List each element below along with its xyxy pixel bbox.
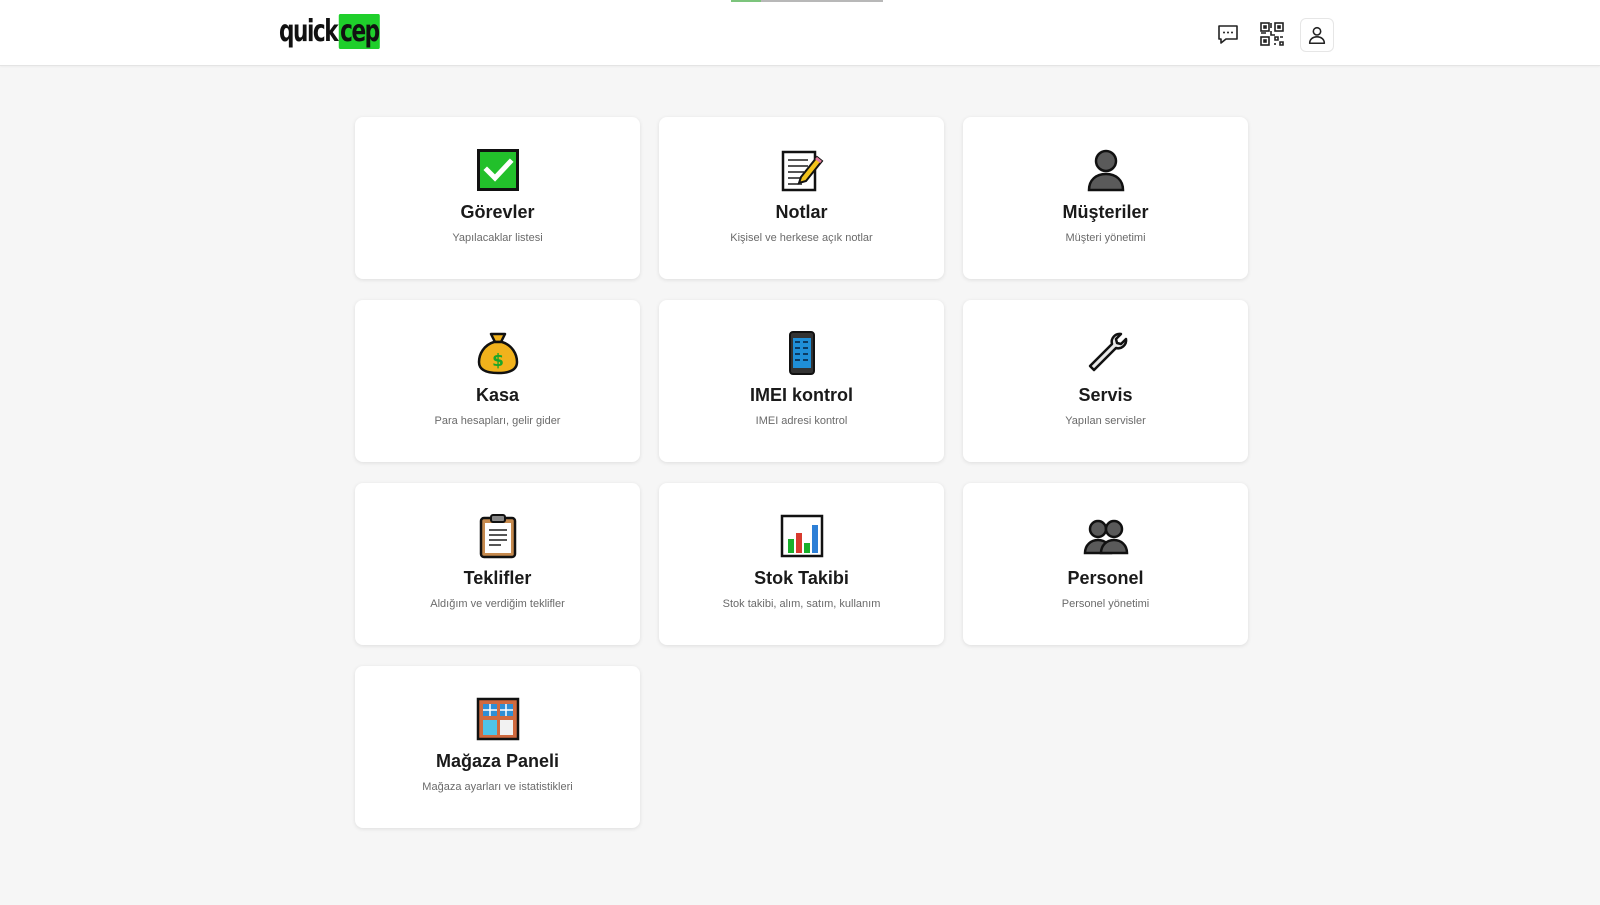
qr-code-icon bbox=[1260, 22, 1284, 46]
module-grid: Görevler Yapılacaklar listesi Notlar Kiş… bbox=[355, 117, 1248, 828]
card-subtitle: Müşteri yönetimi bbox=[1065, 232, 1146, 244]
module-card-imei-kontrol[interactable]: IMEI kontrol IMEI adresi kontrol bbox=[659, 300, 944, 462]
card-subtitle: Yapılacaklar listesi bbox=[452, 232, 543, 244]
department-store-icon bbox=[475, 696, 521, 742]
card-title: Personel bbox=[1067, 568, 1144, 588]
module-card-personel[interactable]: Personel Personel yönetimi bbox=[963, 483, 1248, 645]
card-subtitle: Aldığım ve verdiğim teklifler bbox=[430, 598, 565, 610]
person-icon bbox=[1083, 147, 1129, 193]
checkbox-icon bbox=[475, 147, 521, 193]
header-actions bbox=[1212, 18, 1334, 52]
module-card-musteriler[interactable]: Müşteriler Müşteri yönetimi bbox=[963, 117, 1248, 279]
bar-chart-icon bbox=[779, 513, 825, 559]
card-title: Görevler bbox=[460, 202, 535, 222]
chat-icon bbox=[1218, 25, 1238, 44]
module-card-magaza-paneli[interactable]: Mağaza Paneli Mağaza ayarları ve istatis… bbox=[355, 666, 640, 828]
card-subtitle: Kişisel ve herkese açık notlar bbox=[730, 232, 873, 244]
quickcep-logo[interactable]: quick cep bbox=[279, 13, 381, 49]
memo-icon bbox=[779, 147, 825, 193]
module-card-kasa[interactable]: $ Kasa Para hesapları, gelir gider bbox=[355, 300, 640, 462]
card-subtitle: IMEI adresi kontrol bbox=[755, 415, 848, 427]
messages-button[interactable] bbox=[1212, 18, 1244, 50]
progress-fill bbox=[731, 0, 761, 2]
logo-word-cep: cep bbox=[338, 13, 381, 49]
card-title: Servis bbox=[1078, 385, 1133, 405]
card-subtitle: Para hesapları, gelir gider bbox=[434, 415, 561, 427]
people-icon bbox=[1083, 513, 1129, 559]
card-title: Stok Takibi bbox=[754, 568, 849, 588]
card-subtitle: Stok takibi, alım, satım, kullanım bbox=[722, 598, 881, 610]
profile-button[interactable] bbox=[1300, 18, 1334, 52]
top-navbar: quick cep bbox=[0, 0, 1600, 66]
card-title: Mağaza Paneli bbox=[435, 751, 560, 771]
module-card-gorevler[interactable]: Görevler Yapılacaklar listesi bbox=[355, 117, 640, 279]
wrench-icon bbox=[1083, 330, 1129, 376]
money-bag-icon: $ bbox=[475, 330, 521, 376]
module-card-servis[interactable]: Servis Yapılan servisler bbox=[963, 300, 1248, 462]
card-title: Kasa bbox=[475, 385, 520, 405]
card-subtitle: Personel yönetimi bbox=[1061, 598, 1150, 610]
card-subtitle: Yapılan servisler bbox=[1065, 415, 1146, 427]
loading-progress-bar bbox=[731, 0, 883, 2]
card-title: Teklifler bbox=[463, 568, 532, 588]
module-card-notlar[interactable]: Notlar Kişisel ve herkese açık notlar bbox=[659, 117, 944, 279]
card-title: Notlar bbox=[775, 202, 828, 222]
card-title: IMEI kontrol bbox=[750, 385, 853, 405]
clipboard-icon bbox=[475, 513, 521, 559]
card-subtitle: Mağaza ayarları ve istatistikleri bbox=[422, 781, 573, 793]
module-card-stok-takibi[interactable]: Stok Takibi Stok takibi, alım, satım, ku… bbox=[659, 483, 944, 645]
module-card-teklifler[interactable]: Teklifler Aldığım ve verdiğim teklifler bbox=[355, 483, 640, 645]
logo-word-quick: quick bbox=[279, 13, 339, 49]
mobile-phone-icon bbox=[779, 330, 825, 376]
svg-text:$: $ bbox=[492, 351, 504, 371]
card-title: Müşteriler bbox=[1062, 202, 1149, 222]
user-icon bbox=[1308, 26, 1326, 45]
qr-scan-button[interactable] bbox=[1256, 18, 1288, 50]
